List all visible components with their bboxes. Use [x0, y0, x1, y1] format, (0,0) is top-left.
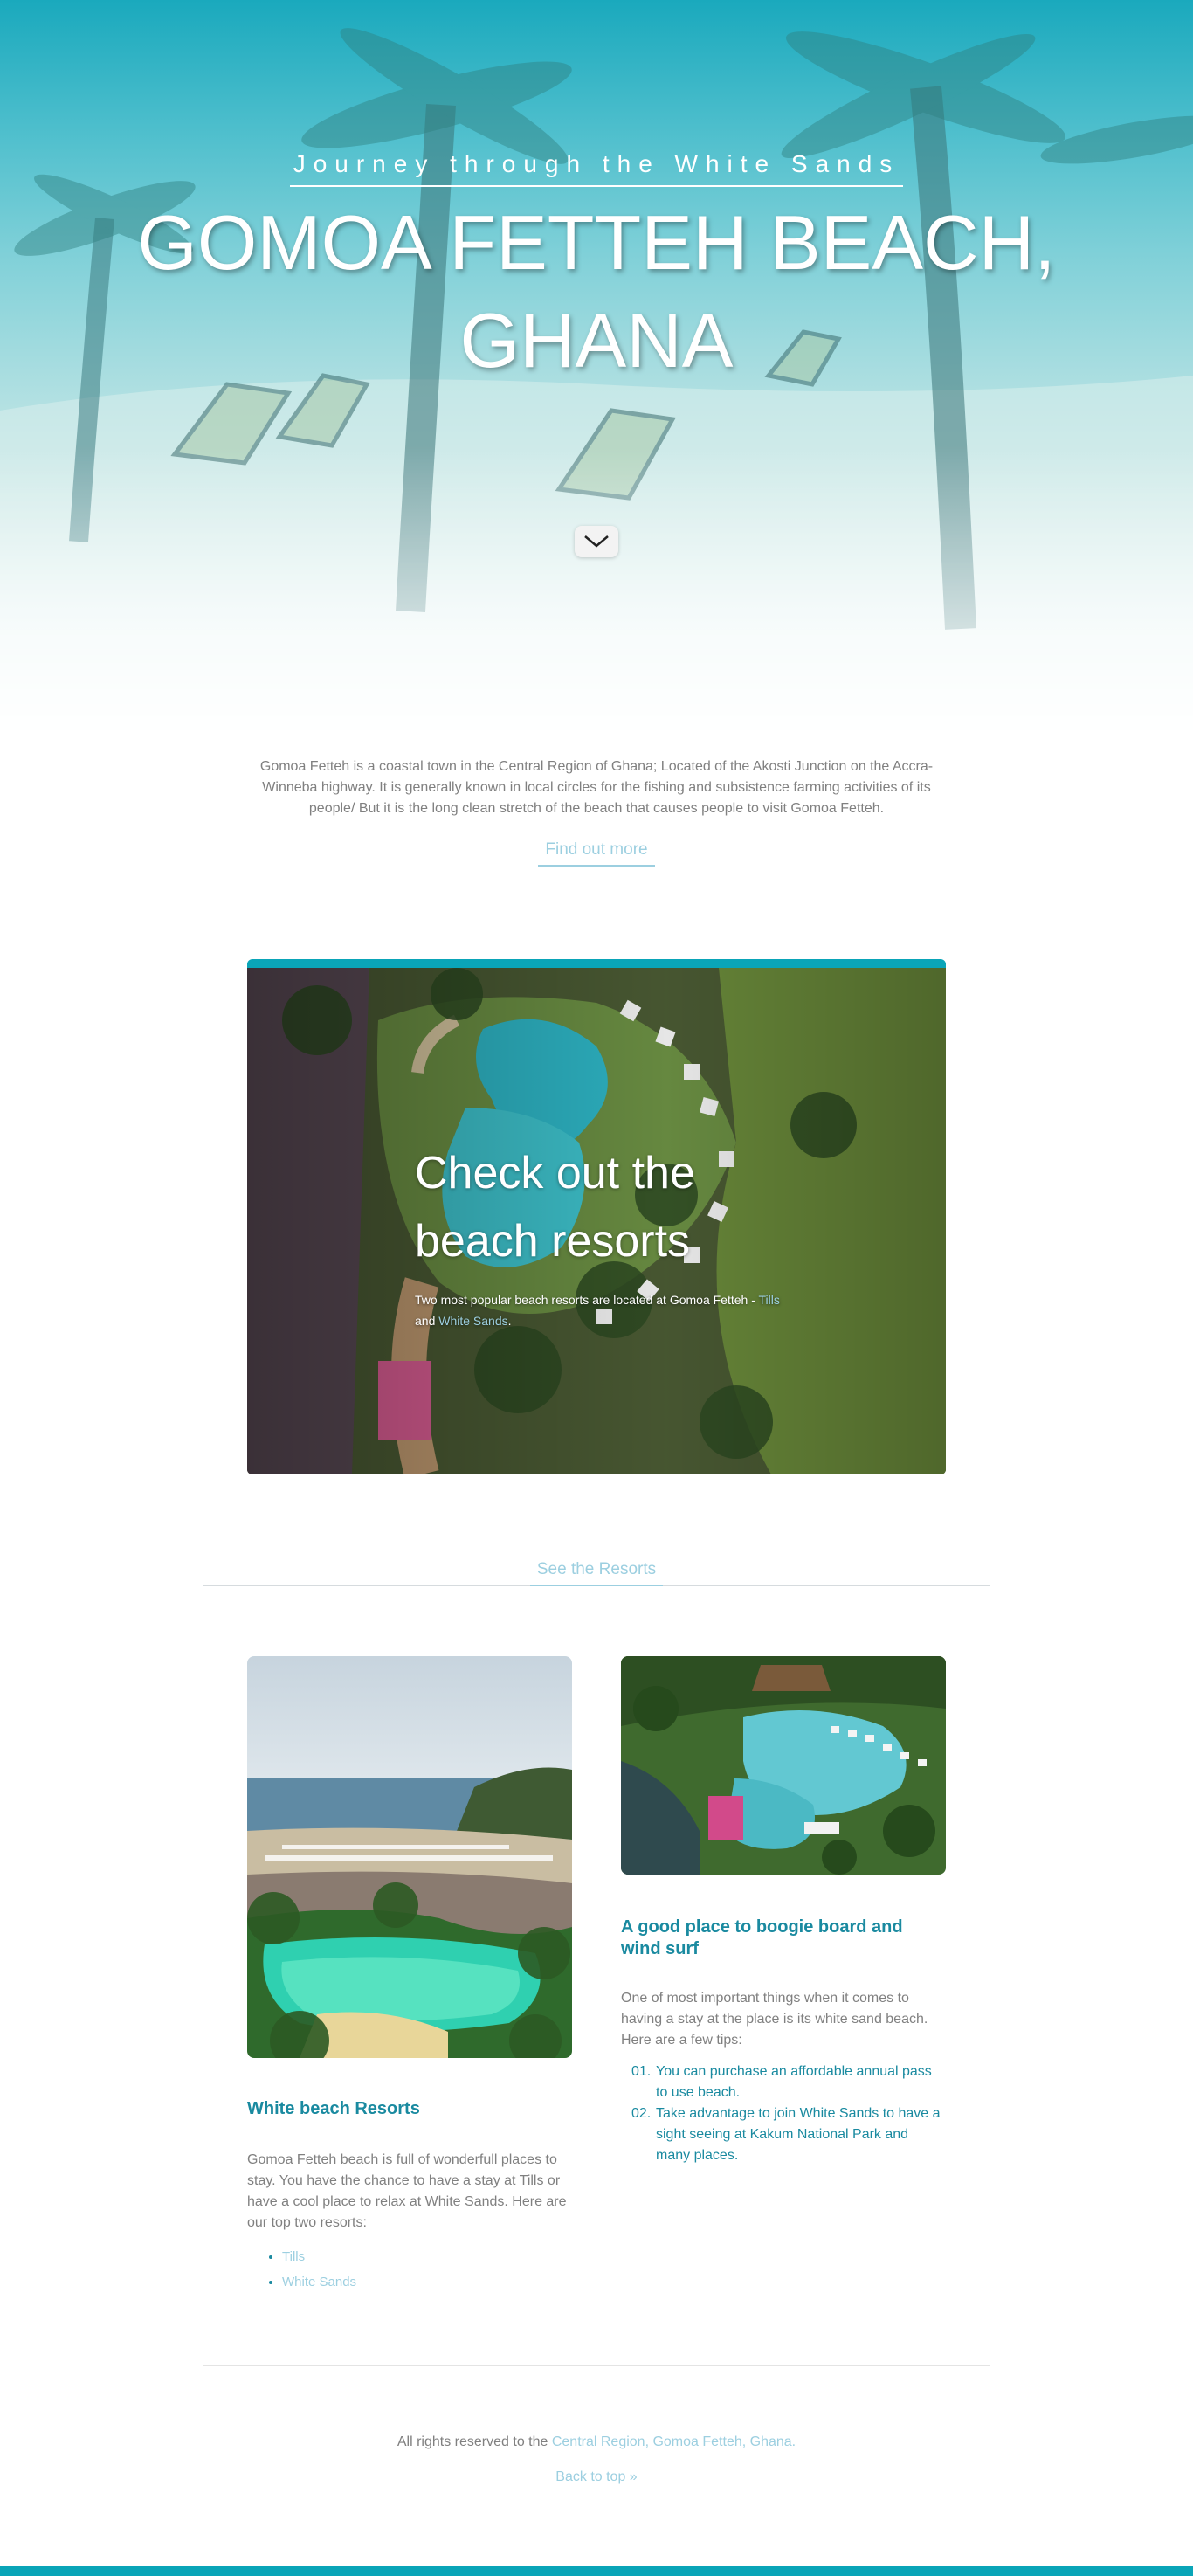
boogie-board-heading: A good place to boogie board and wind su…: [621, 1917, 903, 1958]
list-item: 02. Take advantage to join White Sands to…: [631, 2103, 946, 2166]
resorts-card-text-after: .: [507, 1314, 512, 1328]
tills-link[interactable]: Tills: [759, 1293, 780, 1307]
resort-links-list: Tills White Sands: [282, 2244, 572, 2295]
resorts-card-content: Check out the beach resorts Two most pop…: [415, 1139, 782, 1331]
footer: All rights reserved to the Central Regio…: [0, 2434, 1193, 2485]
see-resorts-divider: See the Resorts: [203, 1560, 990, 1586]
list-item: 01. You can purchase an affordable annual…: [631, 2061, 946, 2103]
tills-resort-link[interactable]: Tills: [282, 2249, 305, 2264]
resorts-card-text-before: Two most popular beach resorts are locat…: [415, 1293, 759, 1307]
tip-text: Take advantage to join White Sands to ha…: [656, 2106, 941, 2163]
right-column: A good place to boogie board and wind su…: [621, 1656, 946, 2295]
chevron-down-icon: [584, 535, 609, 548]
list-item: White Sands: [282, 2269, 572, 2295]
resorts-card: Check out the beach resorts Two most pop…: [247, 959, 946, 1474]
intro-text: Gomoa Fetteh is a coastal town in the Ce…: [259, 759, 934, 816]
tip-number: 01.: [631, 2064, 652, 2079]
intro-button-wrap: Find out more: [0, 840, 1193, 867]
hero-title-line2: GHANA: [459, 297, 734, 383]
boogie-board-text: One of most important things when it com…: [621, 1991, 928, 2048]
hero-title: GOMOA FETTEH BEACH, GHANA: [0, 194, 1193, 390]
white-sands-link[interactable]: White Sands: [438, 1314, 507, 1328]
resorts-card-text: Two most popular beach resorts are locat…: [415, 1289, 782, 1331]
resorts-card-text-mid: and: [415, 1314, 439, 1328]
central-region-link[interactable]: Central Region, Gomoa Fetteh, Ghana.: [552, 2434, 796, 2449]
back-to-top-link[interactable]: Back to top »: [555, 2469, 637, 2484]
white-beach-heading: White beach Resorts: [247, 2099, 420, 2118]
copyright-line: All rights reserved to the Central Regio…: [0, 2434, 1193, 2450]
hero-section: Journey through the White Sands GOMOA FE…: [0, 0, 1193, 742]
find-out-more-button[interactable]: Find out more: [538, 840, 655, 867]
hero-title-line1: GOMOA FETTEH BEACH,: [137, 199, 1056, 286]
resorts-columns: White beach Resorts Gomoa Fetteh beach i…: [247, 1656, 946, 2295]
left-column: White beach Resorts Gomoa Fetteh beach i…: [247, 1656, 572, 2295]
list-item: Tills: [282, 2244, 572, 2269]
white-beach-text: Gomoa Fetteh beach is full of wonderfull…: [247, 2152, 567, 2230]
tip-text: You can purchase an affordable annual pa…: [656, 2064, 932, 2100]
boogie-board-resort-image: [621, 1656, 946, 1875]
tip-number: 02.: [631, 2106, 652, 2121]
white-beach-resort-image: [247, 1656, 572, 2058]
bottom-accent-bar: [0, 2566, 1193, 2576]
hero-subtitle-text: Journey through the White Sands: [289, 150, 904, 187]
tips-list: 01. You can purchase an affordable annual…: [631, 2061, 946, 2166]
see-resorts-button[interactable]: See the Resorts: [529, 1560, 664, 1586]
scroll-down-button[interactable]: [575, 526, 618, 557]
back-to-top-wrap: Back to top »: [0, 2469, 1193, 2485]
footer-divider: [203, 2365, 990, 2366]
hero-subtitle: Journey through the White Sands: [0, 150, 1193, 187]
copyright-text: All rights reserved to the: [397, 2434, 552, 2449]
resorts-card-heading: Check out the beach resorts: [415, 1148, 695, 1267]
white-sands-resort-link[interactable]: White Sands: [282, 2275, 356, 2289]
